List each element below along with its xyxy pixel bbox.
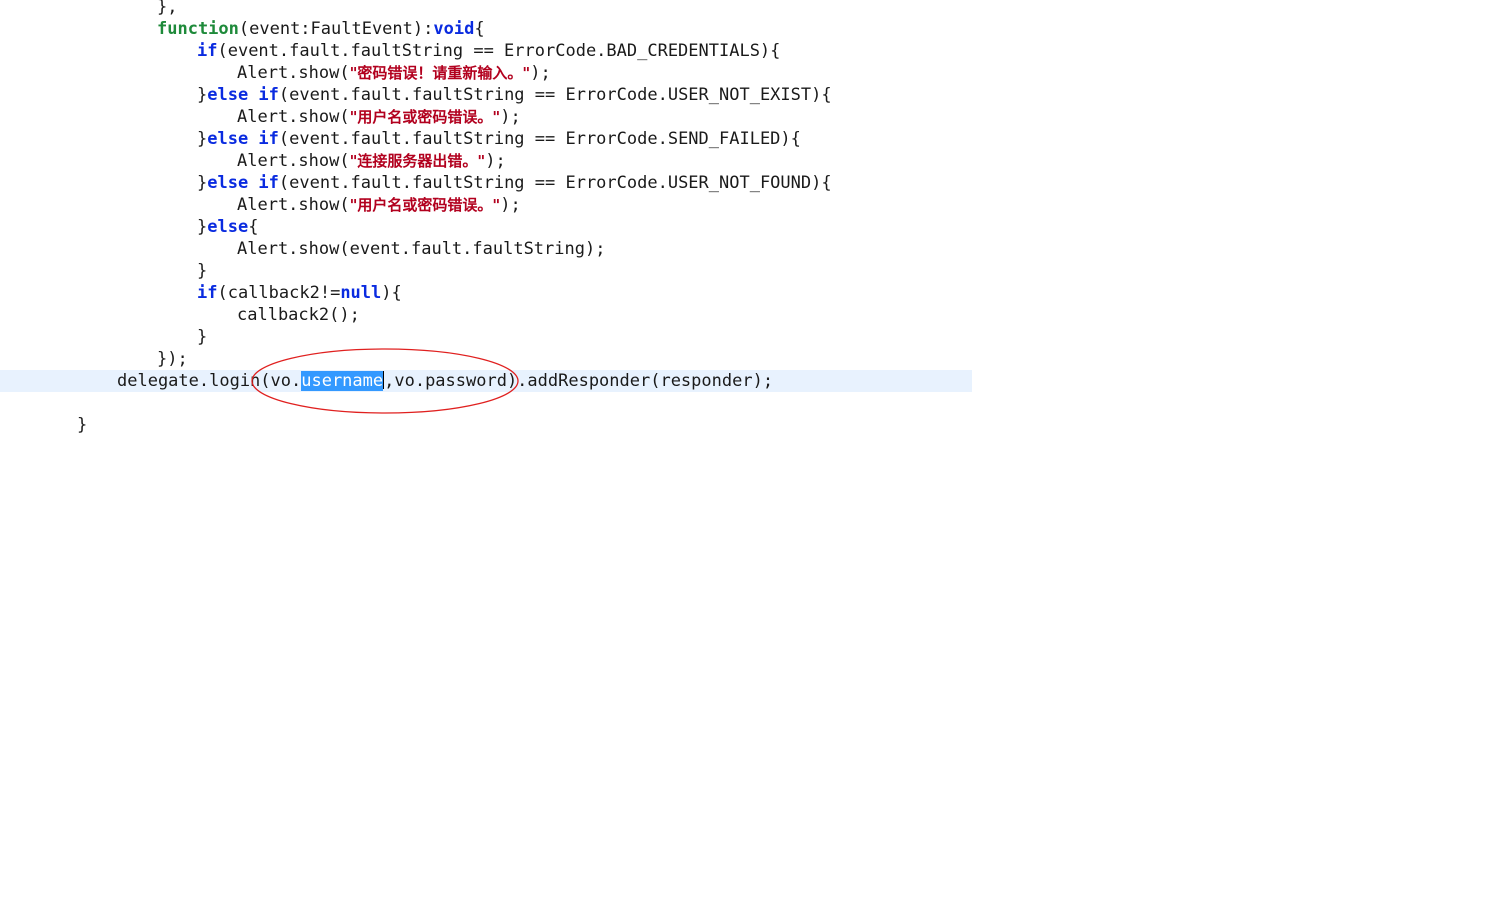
current-line[interactable]: delegate.login(vo.username,vo.password).… xyxy=(0,370,972,392)
code-text: ,vo.password).addResponder(responder); xyxy=(384,371,774,391)
code-text: (callback2!= xyxy=(217,283,341,303)
code-line-1: }, xyxy=(0,0,972,18)
code-text: (event.fault.faultString == ErrorCode.US… xyxy=(278,85,832,105)
code-text: ){ xyxy=(381,283,402,303)
code-text: delegate.login(vo. xyxy=(117,371,302,391)
code-line-6: Alert.show("用户名或密码错误。"); xyxy=(0,106,972,128)
code-line-14: if(callback2!=null){ xyxy=(0,282,972,304)
string-literal: "用户名或密码错误。" xyxy=(349,196,501,214)
code-line-19: } xyxy=(0,414,972,436)
code-text: ); xyxy=(530,63,551,83)
code-text: ); xyxy=(500,195,521,215)
code-line-16: } xyxy=(0,326,972,348)
keyword-else-if: else if xyxy=(207,129,279,149)
code-text: } xyxy=(197,85,208,105)
code-text: { xyxy=(474,19,485,39)
code-text: Alert.show( xyxy=(237,107,350,127)
code-text: }, xyxy=(157,0,178,17)
code-text: } xyxy=(197,261,208,281)
string-literal: "密码错误！请重新输入。" xyxy=(349,64,531,82)
code-line-9: }else if(event.fault.faultString == Erro… xyxy=(0,172,972,194)
keyword-null: null xyxy=(340,283,382,303)
code-text: } xyxy=(197,217,208,237)
code-text: } xyxy=(197,173,208,193)
code-line-3: if(event.fault.faultString == ErrorCode.… xyxy=(0,40,972,62)
code-text: (event.fault.faultString == ErrorCode.US… xyxy=(278,173,832,193)
keyword-else-if: else if xyxy=(207,173,279,193)
code-line-10: Alert.show("用户名或密码错误。"); xyxy=(0,194,972,216)
code-line-13: } xyxy=(0,260,972,282)
code-line-7: }else if(event.fault.faultString == Erro… xyxy=(0,128,972,150)
code-text: (event:FaultEvent): xyxy=(238,19,434,39)
keyword-else-if: else if xyxy=(207,85,279,105)
code-editor[interactable]: }, function(event:FaultEvent):void{ if(e… xyxy=(0,0,1506,902)
keyword-if: if xyxy=(197,41,218,61)
code-text: { xyxy=(248,217,259,237)
selected-text[interactable]: username xyxy=(301,371,384,391)
code-text: Alert.show( xyxy=(237,63,350,83)
code-text: callback2(); xyxy=(237,305,360,325)
code-text: (event.fault.faultString == ErrorCode.SE… xyxy=(278,129,801,149)
code-line-12: Alert.show(event.fault.faultString); xyxy=(0,238,972,260)
code-text: Alert.show( xyxy=(237,151,350,171)
code-line-2: function(event:FaultEvent):void{ xyxy=(0,18,972,40)
keyword-void: void xyxy=(433,19,475,39)
code-line-17: }); xyxy=(0,348,972,370)
code-line-11: }else{ xyxy=(0,216,972,238)
string-literal: "连接服务器出错。" xyxy=(349,152,486,170)
keyword-else: else xyxy=(207,217,249,237)
code-text: ); xyxy=(485,151,506,171)
code-line-8: Alert.show("连接服务器出错。"); xyxy=(0,150,972,172)
string-literal: "用户名或密码错误。" xyxy=(349,108,501,126)
code-text: } xyxy=(197,129,208,149)
keyword-function: function xyxy=(157,19,239,39)
code-text: }); xyxy=(157,349,188,369)
code-line-4: Alert.show("密码错误！请重新输入。"); xyxy=(0,62,972,84)
code-text: (event.fault.faultString == ErrorCode.BA… xyxy=(217,41,781,61)
code-text: Alert.show( xyxy=(237,195,350,215)
code-line-15: callback2(); xyxy=(0,304,972,326)
code-text: ); xyxy=(500,107,521,127)
code-text: } xyxy=(77,415,88,435)
code-text: } xyxy=(197,327,208,347)
keyword-if: if xyxy=(197,283,218,303)
code-text: Alert.show(event.fault.faultString); xyxy=(237,239,606,259)
code-line-5: }else if(event.fault.faultString == Erro… xyxy=(0,84,972,106)
